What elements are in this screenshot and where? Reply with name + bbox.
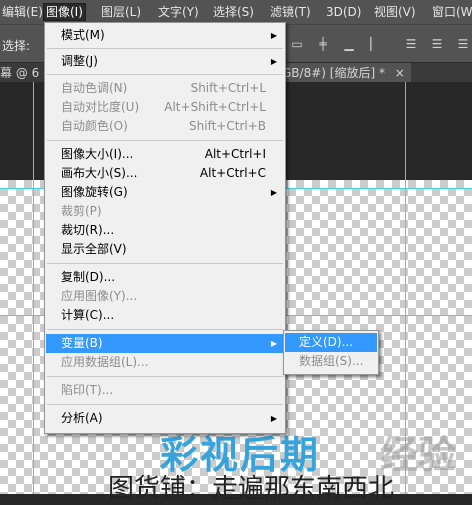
menu-separator (47, 329, 283, 330)
menu-item-label: 陷印(T)... (61, 383, 114, 397)
menu-select[interactable]: 选择(S) (211, 4, 256, 20)
distribute-top-icon[interactable]: ☰ (404, 37, 418, 51)
menu-item-label: 裁切(R)... (61, 223, 115, 237)
menu-item-label: 模式(M) (61, 28, 105, 42)
submenu-arrow-icon: ▶ (270, 188, 277, 197)
menu-item-label: 变量(B) (61, 336, 103, 350)
menu-item-reveal-all[interactable]: 显示全部(V) (46, 240, 284, 259)
menu-layer[interactable]: 图层(L) (99, 4, 143, 20)
submenu-arrow-icon: ▶ (270, 414, 277, 423)
distribute-bottom-icon[interactable]: ☰ (456, 37, 470, 51)
menu-item-crop: 裁剪(P) (46, 202, 284, 221)
menu-item-label: 自动色调(N) (61, 81, 128, 95)
menu-separator (47, 48, 283, 49)
menu-item-image-size[interactable]: 图像大小(I)... Alt+Ctrl+I (46, 145, 284, 164)
options-select-label: 选择: (2, 39, 31, 53)
menu-item-label: 应用数据组(L)... (61, 355, 149, 369)
menu-item-trim[interactable]: 裁切(R)... (46, 221, 284, 240)
menu-edit[interactable]: 编辑(E) (0, 4, 45, 20)
menu-item-label: 自动对比度(U) (61, 100, 140, 114)
menu-window[interactable]: 窗口(W) (430, 4, 472, 20)
menu-item-adjustments[interactable]: 调整(J) ▶ (46, 52, 284, 71)
menu-item-label: 调整(J) (61, 54, 98, 68)
menu-item-label: 复制(D)... (61, 270, 116, 284)
tab-active-label: GB/8#) [缩放后] * (282, 66, 385, 80)
menu-filter[interactable]: 滤镜(T) (268, 4, 313, 20)
menu-item-label: 画布大小(S)... (61, 166, 138, 180)
submenu-arrow-icon: ▶ (270, 31, 277, 40)
watermark-subtitle: 图货铺：走遍那东南西北 (108, 474, 395, 504)
align-vcenter-icon[interactable]: ╪ (316, 37, 330, 51)
menu-separator (47, 140, 283, 141)
menu-3d[interactable]: 3D(D) (324, 4, 363, 20)
menu-separator (47, 74, 283, 75)
menu-item-image-rotation[interactable]: 图像旋转(G) ▶ (46, 183, 284, 202)
align-top-icon[interactable]: ▭ (290, 37, 304, 51)
menu-item-label: 自动颜色(O) (61, 119, 128, 133)
menu-item-label: 定义(D)... (299, 335, 354, 349)
submenu-item-data-sets: 数据组(S)... (285, 352, 377, 371)
menu-item-shortcut: Alt+Shift+Ctrl+L (164, 100, 266, 114)
menu-item-label: 图像大小(I)... (61, 147, 134, 161)
menu-item-auto-tone: 自动色调(N) Shift+Ctrl+L (46, 79, 284, 98)
menu-item-shortcut: Shift+Ctrl+L (190, 81, 266, 95)
menu-item-shortcut: Alt+Ctrl+I (204, 147, 266, 161)
menu-item-auto-contrast: 自动对比度(U) Alt+Shift+Ctrl+L (46, 98, 284, 117)
variables-submenu: 定义(D)... 数据组(S)... (283, 330, 379, 375)
menu-item-shortcut: Shift+Ctrl+B (189, 119, 266, 133)
menu-item-label: 计算(C)... (61, 308, 115, 322)
menu-item-shortcut: Alt+Ctrl+C (199, 166, 266, 180)
menu-item-trap: 陷印(T)... (46, 381, 284, 400)
submenu-item-define[interactable]: 定义(D)... (285, 333, 377, 352)
menu-item-auto-color: 自动颜色(O) Shift+Ctrl+B (46, 117, 284, 136)
distribute-vcenter-icon[interactable]: ☰ (430, 37, 444, 51)
image-menu-dropdown: 模式(M) ▶ 调整(J) ▶ 自动色调(N) Shift+Ctrl+L 自动对… (44, 22, 286, 434)
menu-separator (47, 404, 283, 405)
menu-item-apply-image: 应用图像(Y)... (46, 287, 284, 306)
align-bottom-icon[interactable]: ▁ (342, 37, 356, 51)
menu-item-apply-data-set: 应用数据组(L)... (46, 353, 284, 372)
menu-item-label: 分析(A) (61, 411, 103, 425)
tab-previous-doc[interactable]: 幕 @ 6 (0, 63, 39, 83)
tab-close-icon[interactable]: × (395, 66, 405, 80)
menu-image[interactable]: 图像(I) (43, 3, 86, 21)
menu-item-duplicate[interactable]: 复制(D)... (46, 268, 284, 287)
menu-separator (47, 263, 283, 264)
menu-item-label: 数据组(S)... (299, 354, 364, 368)
menu-type[interactable]: 文字(Y) (156, 4, 201, 20)
submenu-arrow-icon: ▶ (270, 57, 277, 66)
guide-vertical (33, 82, 34, 494)
menu-item-canvas-size[interactable]: 画布大小(S)... Alt+Ctrl+C (46, 164, 284, 183)
menu-item-label: 应用图像(Y)... (61, 289, 138, 303)
tab-active-doc[interactable]: GB/8#) [缩放后] * × (276, 63, 411, 83)
align-left-icon[interactable]: ▏ (368, 37, 382, 51)
menu-view[interactable]: 视图(V) (372, 4, 418, 20)
menu-separator (47, 376, 283, 377)
menu-item-label: 图像旋转(G) (61, 185, 128, 199)
submenu-arrow-icon: ▶ (270, 339, 277, 348)
menu-bar: 编辑(E) 图像(I) 图层(L) 文字(Y) 选择(S) 滤镜(T) 3D(D… (0, 0, 472, 24)
menu-item-mode[interactable]: 模式(M) ▶ (46, 26, 284, 45)
menu-item-analysis[interactable]: 分析(A) ▶ (46, 409, 284, 428)
menu-item-calculations[interactable]: 计算(C)... (46, 306, 284, 325)
menu-item-label: 裁剪(P) (61, 204, 102, 218)
menu-item-label: 显示全部(V) (61, 242, 127, 256)
menu-item-variables[interactable]: 变量(B) ▶ (46, 334, 284, 353)
